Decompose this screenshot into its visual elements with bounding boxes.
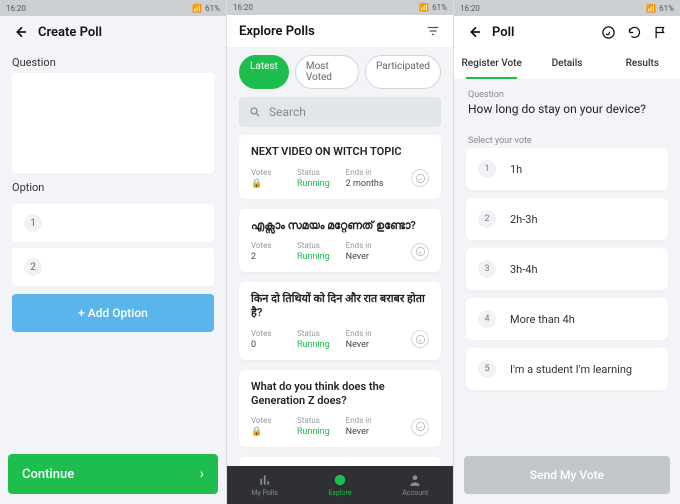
header-explore: Explore Polls	[227, 15, 453, 47]
poll-list: NEXT VIDEO ON WITCH TOPICVotes🔒StatusRun…	[227, 135, 453, 504]
whatsapp-icon[interactable]	[411, 169, 429, 187]
tabs: Register Vote Details Results	[454, 48, 680, 80]
header-create: Create Poll	[0, 16, 226, 48]
page-title: Create Poll	[38, 25, 102, 40]
flag-icon[interactable]	[652, 24, 668, 40]
nav-my-polls[interactable]: My Polls	[227, 466, 302, 504]
page-title: Poll	[492, 25, 514, 40]
poll-title: What do you think does the Generation Z …	[251, 380, 429, 409]
search-input[interactable]: Search	[239, 97, 441, 127]
vote-option[interactable]: 33h-4h	[466, 248, 668, 290]
vote-list: 11h 22h-3h 33h-4h 4More than 4h 5I'm a stude…	[454, 148, 680, 390]
tab-results[interactable]: Results	[605, 48, 680, 79]
filter-icon[interactable]	[425, 23, 441, 39]
vote-option[interactable]: 4More than 4h	[466, 298, 668, 340]
vote-option[interactable]: 22h-3h	[466, 198, 668, 240]
poll-title: NEXT VIDEO ON WITCH TOPIC	[251, 145, 429, 159]
nav-explore[interactable]: Explore	[302, 466, 377, 504]
chip-latest[interactable]: Latest	[239, 55, 289, 89]
poll-card[interactable]: What do you think does the Generation Z …	[239, 370, 441, 448]
back-icon[interactable]	[466, 24, 482, 40]
vote-option[interactable]: 5I'm a student I'm learning	[466, 348, 668, 390]
status-bar: 16:20 📶61%	[454, 0, 680, 16]
question-text: How long do stay on your device?	[454, 102, 680, 126]
back-icon[interactable]	[12, 24, 28, 40]
send-vote-button[interactable]: Send My Vote	[464, 456, 670, 494]
continue-button[interactable]: Continue ›	[8, 454, 218, 494]
option-1[interactable]: 1	[12, 204, 214, 242]
refresh-icon[interactable]	[626, 24, 642, 40]
question-label: Question	[0, 48, 226, 73]
header-poll: Poll	[454, 16, 680, 48]
select-label: Select your vote	[454, 126, 680, 148]
tab-register-vote[interactable]: Register Vote	[454, 48, 529, 79]
chip-participated[interactable]: Participated	[365, 55, 441, 89]
vote-option[interactable]: 11h	[466, 148, 668, 190]
tab-details[interactable]: Details	[529, 48, 604, 79]
whatsapp-icon[interactable]	[411, 243, 429, 261]
question-input[interactable]	[12, 73, 214, 173]
option-2[interactable]: 2	[12, 248, 214, 286]
poll-title: എക്സാം സമയം മറ്റേണത് ഉണ്ടോ?	[251, 219, 429, 233]
page-title: Explore Polls	[239, 24, 315, 39]
chip-most-voted[interactable]: Most Voted	[295, 55, 359, 89]
nav-account[interactable]: Account	[378, 466, 453, 504]
filter-chips: Latest Most Voted Participated	[227, 47, 453, 97]
chevron-right-icon: ›	[200, 466, 204, 482]
status-time: 16:20	[6, 4, 26, 13]
poll-card[interactable]: എക്സാം സമയം മറ്റേണത് ഉണ്ടോ?Votes2StatusR…	[239, 209, 441, 272]
poll-card[interactable]: NEXT VIDEO ON WITCH TOPICVotes🔒StatusRun…	[239, 135, 441, 198]
whatsapp-icon[interactable]	[411, 330, 429, 348]
poll-title: किन दो तिथियों को दिन और रात बराबर होता …	[251, 292, 429, 321]
question-label: Question	[454, 80, 680, 102]
whatsapp-icon[interactable]	[600, 24, 616, 40]
whatsapp-icon[interactable]	[411, 418, 429, 436]
bottom-nav: My Polls Explore Account	[227, 466, 453, 504]
search-icon	[249, 106, 261, 118]
status-bar: 16:20 📶61%	[0, 0, 226, 16]
poll-card[interactable]: किन दो तिथियों को दिन और रात बराबर होता …	[239, 282, 441, 360]
option-label: Option	[0, 173, 226, 198]
add-option-button[interactable]: + Add Option	[12, 294, 214, 332]
status-bar: 16:20 📶61%	[227, 0, 453, 15]
